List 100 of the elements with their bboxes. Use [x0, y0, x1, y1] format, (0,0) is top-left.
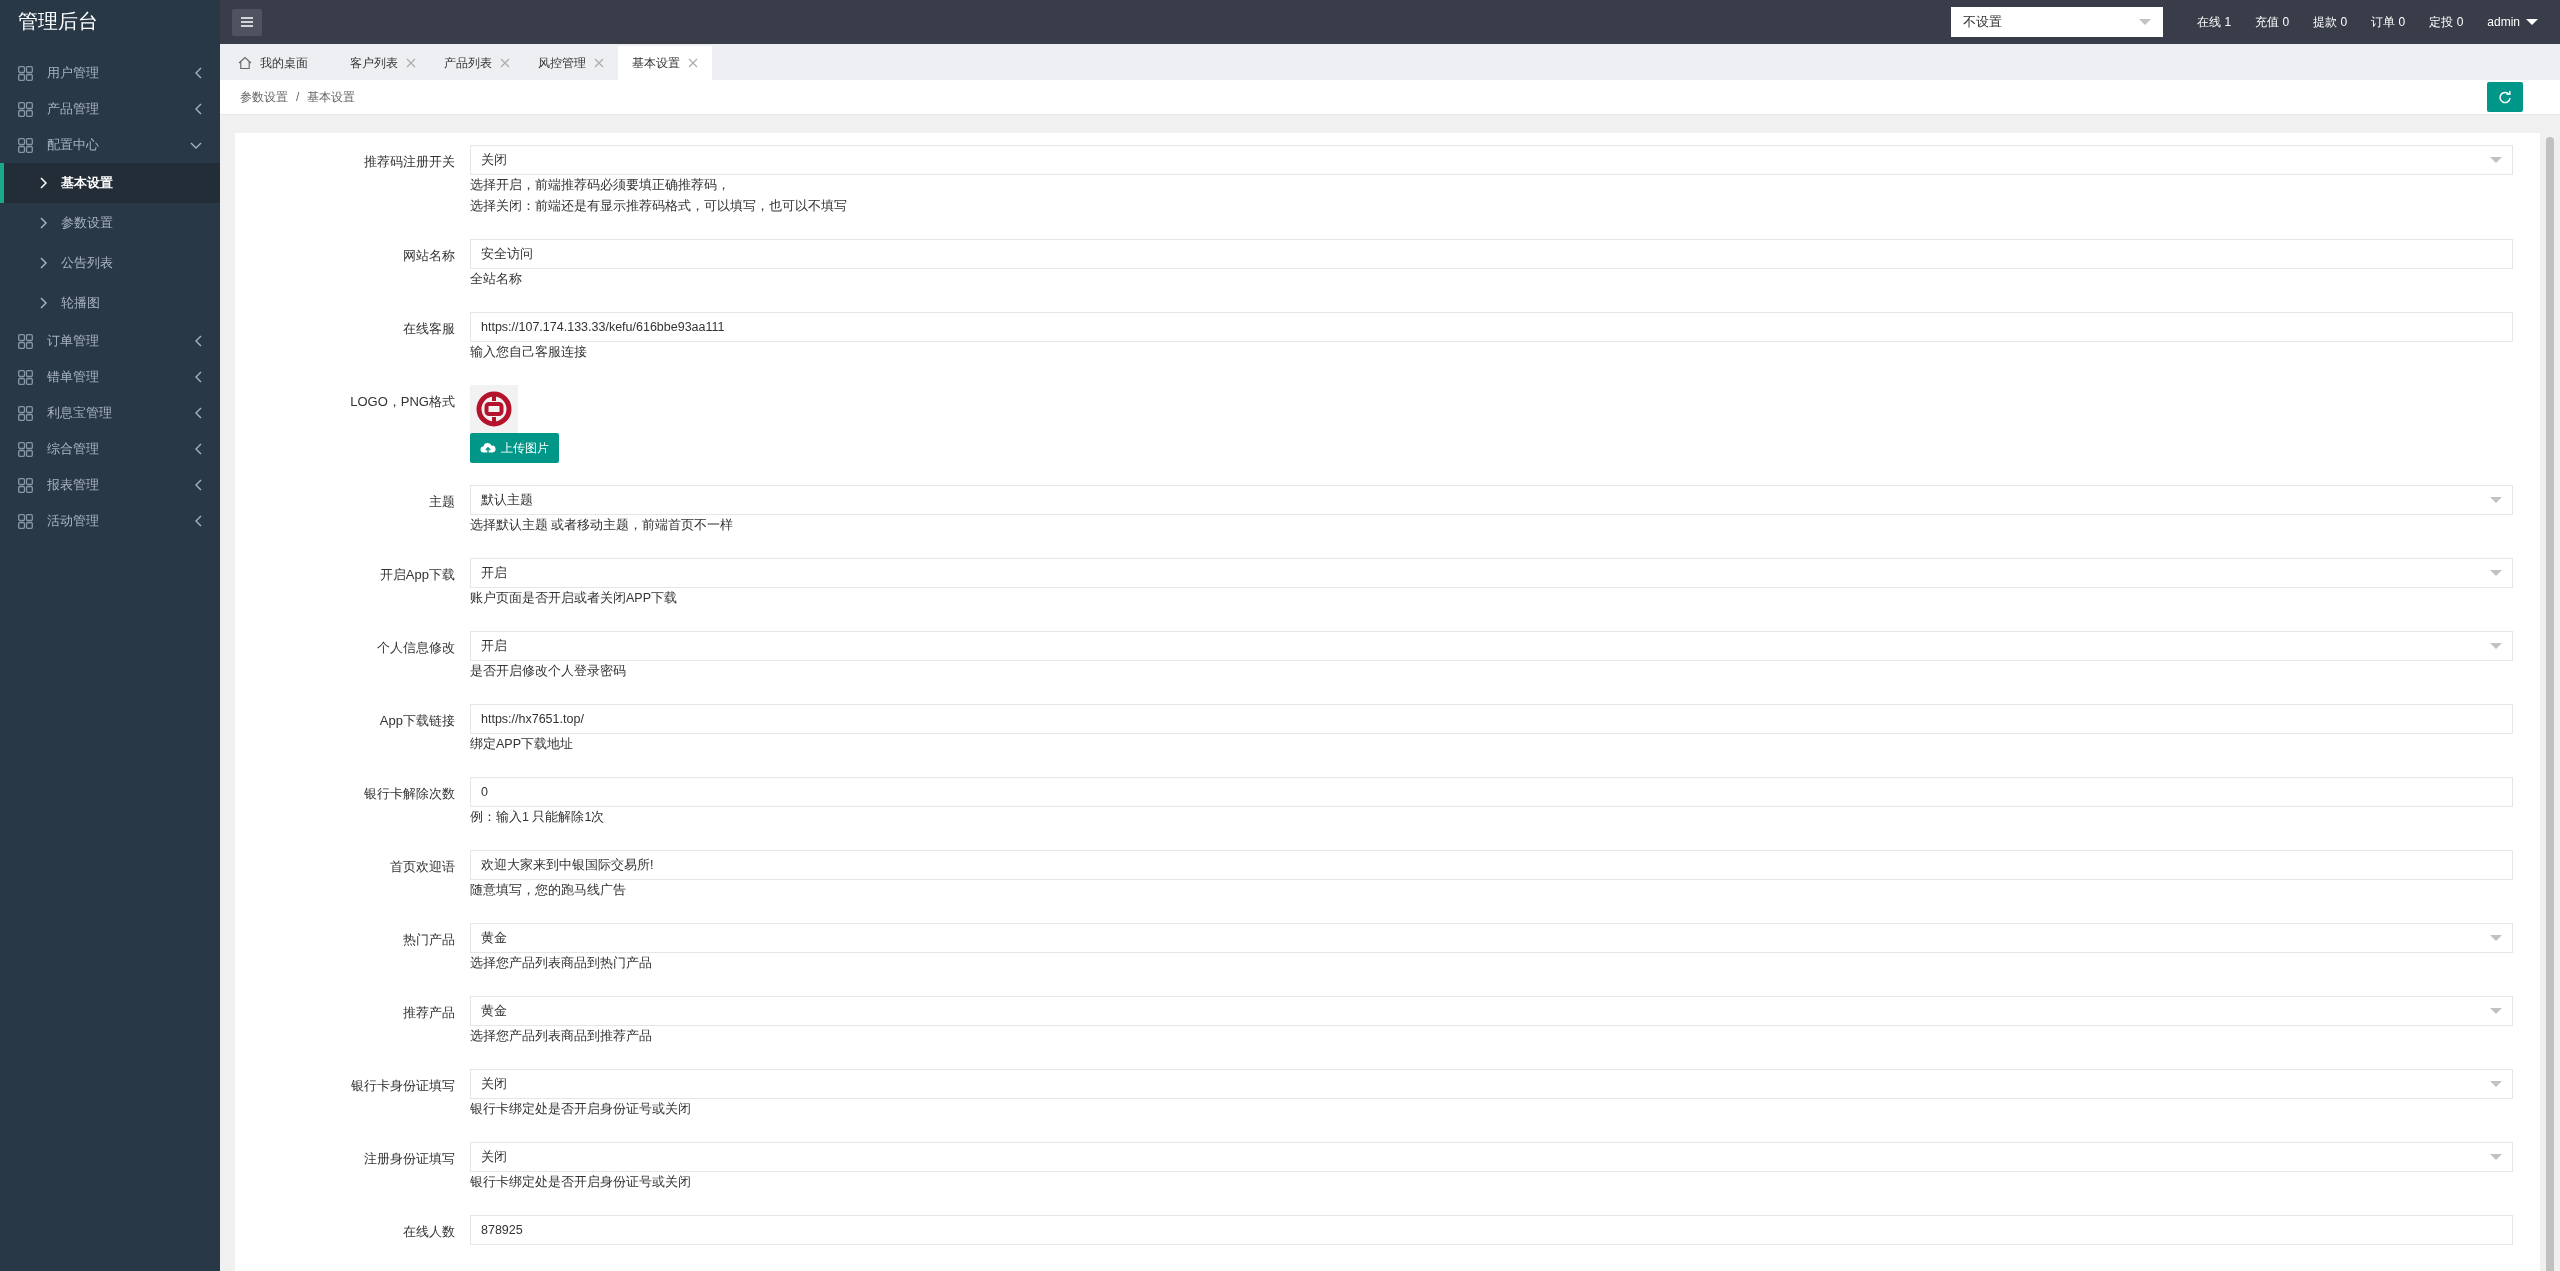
- grid-icon: [18, 369, 33, 385]
- field-hint: 账户页面是否开启或者关闭APP下载: [470, 590, 678, 607]
- refresh-button[interactable]: [2487, 82, 2523, 112]
- sidebar-item[interactable]: 活动管理: [0, 503, 220, 539]
- grid-icon: [18, 477, 33, 493]
- cloud-upload-icon: [480, 441, 496, 455]
- user-menu[interactable]: admin: [2487, 13, 2538, 31]
- field-label: 注册身份证填写: [363, 1150, 456, 1168]
- field-label: 在线客服: [402, 320, 456, 338]
- input-field[interactable]: https://hx7651.top/: [470, 704, 2513, 734]
- field-label: 银行卡解除次数: [363, 785, 456, 803]
- caret-icon: [2490, 1081, 2502, 1087]
- select-field[interactable]: 关闭: [470, 1142, 2513, 1172]
- field-label: 首页欢迎语: [389, 858, 456, 876]
- field-hint: 选择您产品列表商品到推荐产品: [470, 1028, 653, 1045]
- tab[interactable]: 客户列表: [336, 46, 430, 80]
- field-hint: 选择开启，前端推荐码必须要填正确推荐码，: [470, 177, 731, 194]
- field-label: App下载链接: [378, 712, 456, 730]
- field-label: LOGO，PNG格式: [349, 393, 456, 411]
- sidebar-subitem[interactable]: 公告列表: [0, 243, 220, 283]
- menu-icon: [240, 16, 254, 28]
- breadcrumb-item[interactable]: 参数设置: [240, 88, 288, 106]
- select-field[interactable]: 黄金: [470, 996, 2513, 1026]
- field-hint: 是否开启修改个人登录密码: [470, 663, 627, 680]
- scrollbar[interactable]: [2546, 137, 2554, 1271]
- field-label: 开启App下载: [378, 566, 456, 584]
- close-icon[interactable]: [594, 58, 604, 68]
- select-field[interactable]: 开启: [470, 631, 2513, 661]
- tab[interactable]: 风控管理: [524, 46, 618, 80]
- chevron-right-icon: [40, 297, 47, 309]
- caret-icon: [2490, 157, 2502, 163]
- tab[interactable]: 产品列表: [430, 46, 524, 80]
- field-hint: 绑定APP下载地址: [470, 736, 574, 753]
- sidebar-subitem[interactable]: 参数设置: [0, 203, 220, 243]
- stat-counter: 在线 1: [2197, 14, 2232, 31]
- input-field[interactable]: 欢迎大家来到中银国际交易所!: [470, 850, 2513, 880]
- upload-button[interactable]: 上传图片: [470, 433, 559, 463]
- stat-counter: 定投 0: [2429, 14, 2464, 31]
- caret-icon: [2490, 643, 2502, 649]
- stat-counter: 充值 0: [2255, 14, 2290, 31]
- sidebar-item[interactable]: 产品管理: [0, 91, 220, 127]
- close-icon[interactable]: [688, 58, 698, 68]
- stat-counter: 提款 0: [2313, 14, 2348, 31]
- caret-icon: [2490, 497, 2502, 503]
- sidebar-item[interactable]: 报表管理: [0, 467, 220, 503]
- breadcrumb-separator: /: [296, 89, 300, 106]
- caret-icon: [2526, 19, 2538, 25]
- field-label: 主题: [428, 493, 456, 511]
- sidebar-subitem[interactable]: 轮播图: [0, 283, 220, 323]
- field-label: 推荐码注册开关: [363, 153, 456, 171]
- caret-icon: [2490, 570, 2502, 576]
- sidebar-item[interactable]: 配置中心: [0, 127, 220, 163]
- grid-icon: [18, 333, 33, 349]
- field-hint: 输入您自己客服连接: [470, 344, 588, 361]
- input-field[interactable]: https://107.174.133.33/kefu/616bbe93aa111: [470, 312, 2513, 342]
- field-hint: 全站名称: [470, 271, 523, 288]
- sidebar-item[interactable]: 综合管理: [0, 431, 220, 467]
- field-label: 热门产品: [402, 931, 456, 949]
- chevron-right-icon: [40, 177, 47, 189]
- filter-select[interactable]: 不设置: [1951, 7, 2164, 37]
- sidebar-item[interactable]: 利息宝管理: [0, 395, 220, 431]
- grid-icon: [18, 513, 33, 529]
- field-label: 推荐产品: [402, 1004, 456, 1022]
- field-hint: 随意填写，您的跑马线广告: [470, 882, 627, 899]
- input-field[interactable]: 878925: [470, 1215, 2513, 1245]
- caret-icon: [2490, 1154, 2502, 1160]
- field-hint: 选择关闭：前端还是有显示推荐码格式，可以填写，也可以不填写: [470, 198, 848, 215]
- home-icon: [238, 56, 252, 70]
- sidebar-item[interactable]: 用户管理: [0, 55, 220, 91]
- close-icon[interactable]: [406, 58, 416, 68]
- select-field[interactable]: 默认主题: [470, 485, 2513, 515]
- grid-icon: [18, 137, 33, 153]
- select-field[interactable]: 黄金: [470, 923, 2513, 953]
- sidebar-item[interactable]: 错单管理: [0, 359, 220, 395]
- caret-icon: [2490, 935, 2502, 941]
- sidebar-subitem[interactable]: 基本设置: [0, 163, 220, 203]
- input-field[interactable]: 0: [470, 777, 2513, 807]
- grid-icon: [18, 65, 33, 81]
- close-icon[interactable]: [500, 58, 510, 68]
- field-hint: 例：输入1 只能解除1次: [470, 809, 606, 826]
- select-field[interactable]: 开启: [470, 558, 2513, 588]
- grid-icon: [18, 441, 33, 457]
- field-label: 在线人数: [402, 1223, 456, 1241]
- sidebar-item[interactable]: 订单管理: [0, 323, 220, 359]
- refresh-icon: [2498, 90, 2512, 104]
- field-hint: 选择默认主题 或者移动主题，前端首页不一样: [470, 517, 735, 534]
- field-label: 银行卡身份证填写: [350, 1077, 456, 1095]
- grid-icon: [18, 405, 33, 421]
- field-hint: 银行卡绑定处是否开启身份证号或关闭: [470, 1101, 692, 1118]
- menu-button[interactable]: [232, 8, 262, 36]
- field-hint: 银行卡绑定处是否开启身份证号或关闭: [470, 1174, 692, 1191]
- input-field[interactable]: 安全访问: [470, 239, 2513, 269]
- caret-icon: [2490, 1008, 2502, 1014]
- tab[interactable]: 我的桌面: [224, 46, 322, 80]
- tab[interactable]: 基本设置: [618, 46, 712, 80]
- grid-icon: [18, 101, 33, 117]
- select-field[interactable]: 关闭: [470, 1069, 2513, 1099]
- chevron-right-icon: [40, 257, 47, 269]
- app-title: 管理后台: [17, 9, 99, 34]
- select-field[interactable]: 关闭: [470, 145, 2513, 175]
